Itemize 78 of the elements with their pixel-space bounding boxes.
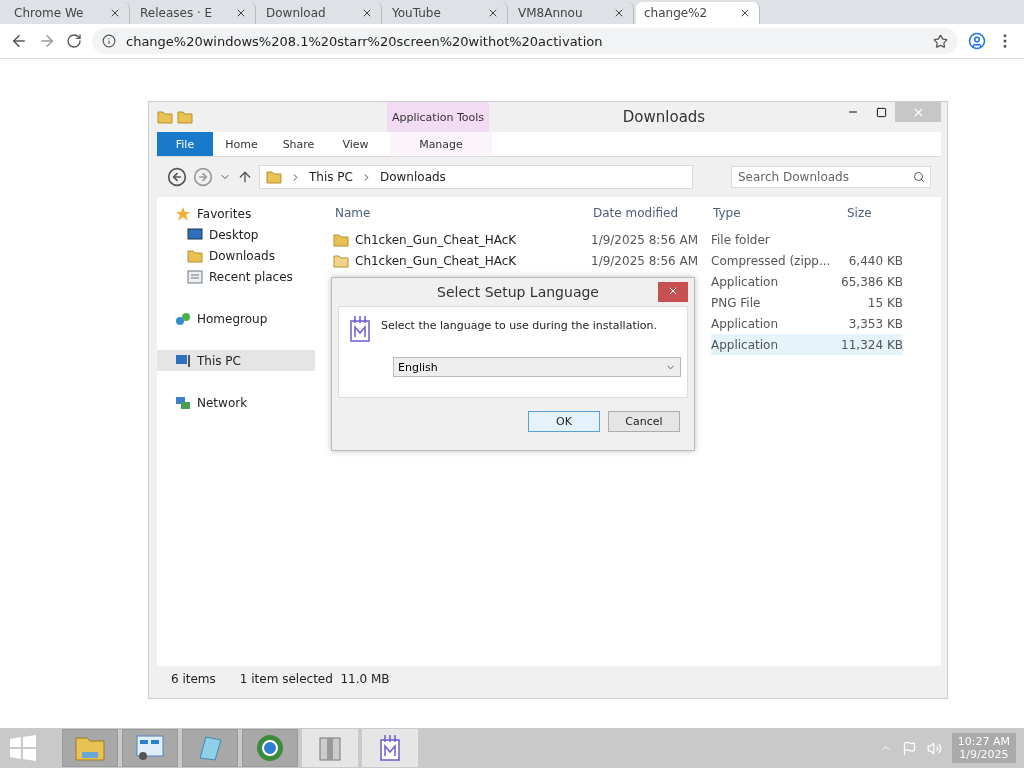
monitor-icon <box>187 228 203 241</box>
sidebar-item[interactable]: Recent places <box>157 266 315 287</box>
browser-tab[interactable]: Download <box>258 2 382 24</box>
file-row[interactable]: PNG File 15 KB <box>711 292 903 313</box>
breadcrumb-item[interactable]: Downloads <box>379 170 446 184</box>
file-row[interactable]: Application 3,353 KB <box>711 313 903 334</box>
zip-folder-icon <box>333 253 349 268</box>
browser-tab[interactable]: Chrome We <box>6 2 130 24</box>
back-icon[interactable] <box>167 167 187 187</box>
file-row[interactable]: Ch1cken_Gun_Cheat_HAcK 1/9/2025 8:56 AM Compressed (zipp... 6,440 KB <box>333 250 903 271</box>
close-icon[interactable] <box>361 7 373 19</box>
info-icon <box>102 34 116 48</box>
sidebar-item[interactable]: This PC <box>157 350 315 371</box>
browser-tab[interactable]: Releases · E <box>132 2 256 24</box>
forward-icon[interactable] <box>193 167 213 187</box>
network-icon <box>175 395 191 410</box>
download-folder-icon <box>266 170 282 184</box>
new-folder-icon <box>177 110 193 124</box>
dialog-title: Select Setup Language <box>436 284 600 300</box>
dialog-button[interactable]: OK <box>528 410 600 432</box>
dialog-button[interactable]: Cancel <box>608 410 680 432</box>
address-bar[interactable]: change%20windows%208.1%20starr%20screen%20withot%20activation <box>92 28 958 54</box>
ribbon-tab[interactable]: File <box>157 132 213 156</box>
file-row[interactable]: Ch1cken_Gun_Cheat_HAcK 1/9/2025 8:56 AM File folder <box>333 229 903 250</box>
archive-icon <box>317 734 343 762</box>
address-field[interactable]: This PC Downloads <box>259 165 693 189</box>
star-icon <box>175 205 191 222</box>
sidebar-item[interactable]: Homegroup <box>157 308 315 329</box>
breadcrumb-item[interactable]: This PC <box>309 170 353 184</box>
computer-icon <box>175 353 191 368</box>
search-field[interactable]: Search Downloads <box>731 166 931 188</box>
close-icon[interactable] <box>613 7 625 19</box>
taskbar-button[interactable] <box>122 729 178 767</box>
column-header[interactable]: Size <box>831 206 903 220</box>
url-text: change%20windows%208.1%20starr%20screen%20withot%20activation <box>126 33 604 49</box>
window-title: Downloads <box>621 108 707 126</box>
file-row[interactable]: Application 11,324 KB <box>711 334 903 355</box>
setup-icon <box>349 315 371 343</box>
profile-icon[interactable] <box>968 32 986 50</box>
language-dropdown[interactable]: English <box>393 357 681 377</box>
close-icon[interactable] <box>487 7 499 19</box>
column-header[interactable]: Type <box>711 206 831 220</box>
quick-access-folder-icon <box>157 110 173 124</box>
sidebar-item[interactable]: Network <box>157 392 315 413</box>
sidebar-item[interactable]: Desktop <box>157 224 315 245</box>
star-icon[interactable] <box>933 33 948 49</box>
globe-icon <box>255 733 285 763</box>
maximize-icon <box>875 106 887 118</box>
notebook-icon <box>196 734 224 762</box>
back-icon[interactable] <box>10 32 28 50</box>
taskbar-button[interactable] <box>242 729 298 767</box>
sidebar-item[interactable]: Favorites <box>157 203 315 224</box>
start-icon[interactable] <box>8 735 38 761</box>
recent-icon <box>187 269 203 284</box>
file-row[interactable]: Application 65,386 KB <box>711 271 903 292</box>
browser-tab[interactable]: VM8Annou <box>510 2 634 24</box>
browser-tab[interactable]: change%2 <box>636 2 760 24</box>
folder-icon <box>333 232 349 247</box>
setup-icon <box>379 734 401 762</box>
column-header[interactable]: Name <box>333 206 591 220</box>
context-tab-label: Application Tools <box>387 102 489 132</box>
homegroup-icon <box>175 310 191 327</box>
column-header[interactable]: Date modified <box>591 206 711 220</box>
sidebar-item[interactable]: Downloads <box>157 245 315 266</box>
download-folder-icon <box>187 248 203 263</box>
ribbon-tab[interactable]: Manage <box>390 132 492 156</box>
folder-icon <box>74 734 106 762</box>
forward-icon[interactable] <box>38 32 56 50</box>
close-icon[interactable] <box>109 7 121 19</box>
selection-info: 1 item selected 11.0 MB <box>239 672 390 686</box>
dialog-message: Select the language to use during the installation. <box>381 319 657 332</box>
reload-icon[interactable] <box>66 33 82 49</box>
browser-tab[interactable]: YouTube <box>384 2 508 24</box>
close-icon[interactable] <box>739 7 751 19</box>
item-count: 6 items <box>171 672 216 686</box>
close-icon[interactable] <box>235 7 247 19</box>
search-icon <box>913 171 925 183</box>
control-panel-icon <box>135 734 165 762</box>
